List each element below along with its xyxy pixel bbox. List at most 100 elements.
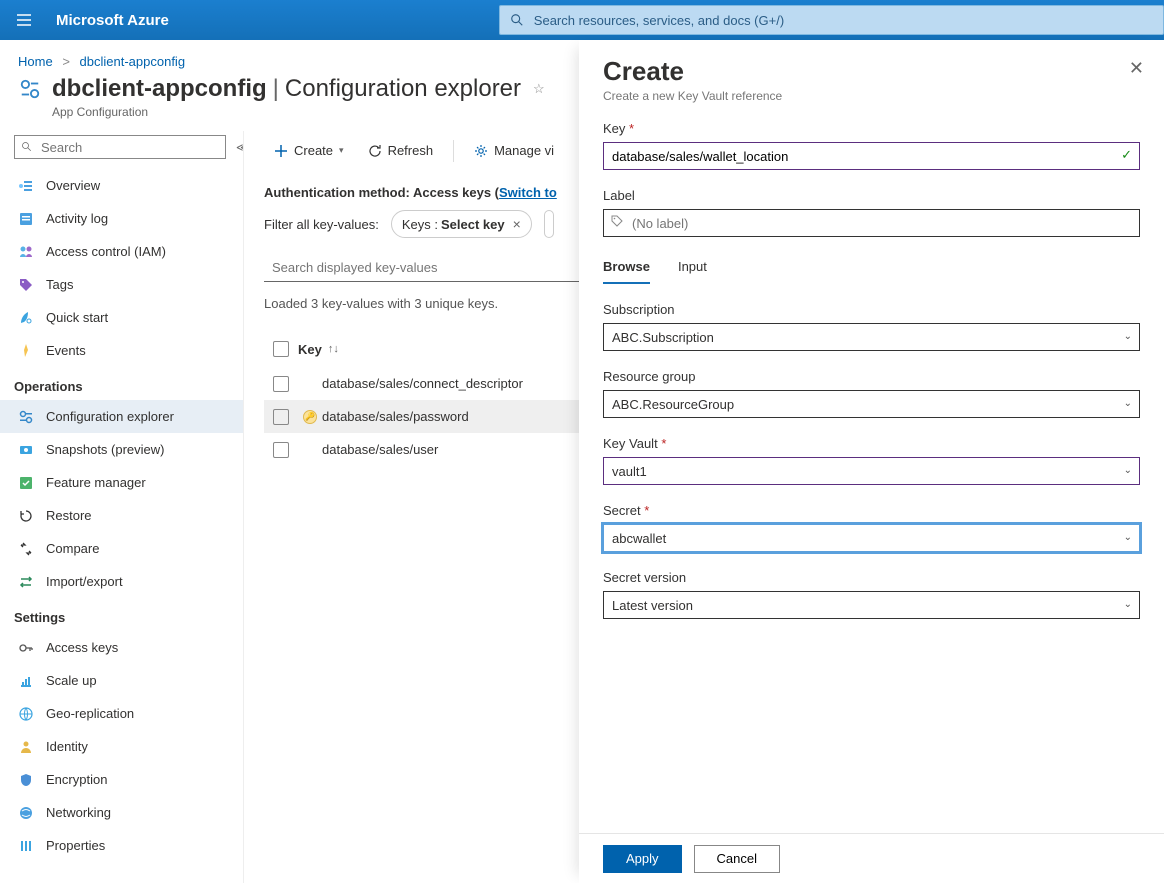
sidebar-item-access-control-iam-[interactable]: Access control (IAM) [14,235,243,268]
sidebar-item-label: Import/export [46,574,123,589]
manage-view-button[interactable]: Manage vi [464,135,564,167]
sidebar-item-snapshots-preview-[interactable]: Snapshots (preview) [14,433,243,466]
create-button[interactable]: Create ▾ [264,135,354,167]
sidebar-item-scale-up[interactable]: Scale up [14,664,243,697]
table-row[interactable]: database/sales/user [264,433,579,466]
sidebar-item-label: Access control (IAM) [46,244,166,259]
version-label: Secret version [603,570,1140,585]
sidebar-item-label: Tags [46,277,73,292]
sidebar-item-events[interactable]: Events [14,334,243,367]
row-checkbox[interactable] [273,376,289,392]
nav-section-operations: Operations [14,379,243,394]
accesskeys-icon [18,640,34,656]
resource-name: dbclient-appconfig [52,75,267,102]
sidebar-item-compare[interactable]: Compare [14,532,243,565]
plus-icon [274,144,288,158]
kv-search[interactable] [264,254,579,282]
chevron-down-icon: ⌄ [1124,398,1132,409]
apply-button[interactable]: Apply [603,845,682,873]
sidebar-item-identity[interactable]: Identity [14,730,243,763]
collapse-sidebar-icon[interactable]: ≪ [236,141,244,154]
identity-icon [18,739,34,755]
secret-value: abcwallet [612,531,666,546]
table-row[interactable]: database/sales/connect_descriptor [264,367,579,400]
sidebar-item-label: Networking [46,805,111,820]
sidebar-item-label: Snapshots (preview) [46,442,165,457]
sidebar-item-quick-start[interactable]: Quick start [14,301,243,334]
favorite-star-icon[interactable]: ☆ [533,81,545,97]
hamburger-menu[interactable] [0,0,48,40]
cancel-button[interactable]: Cancel [694,845,780,873]
brand: Microsoft Azure [56,12,169,29]
sidebar-search[interactable] [14,135,226,159]
auth-method-line: Authentication method: Access keys (Swit… [264,185,579,200]
secret-select[interactable]: abcwallet ⌄ [603,524,1140,552]
sidebar: ≪ Overview Activity log Access control (IA… [0,131,244,883]
sidebar-item-label: Configuration explorer [46,409,174,424]
main: Create ▾ Refresh Manage vi Authenticatio… [244,131,579,883]
sidebar-item-tags[interactable]: Tags [14,268,243,301]
auth-switch-link[interactable]: Switch to [499,185,557,200]
panel-tabs: Browse Input [603,259,1140,284]
breadcrumb-home[interactable]: Home [18,54,53,69]
row-checkbox[interactable] [273,442,289,458]
gear-icon [474,144,488,158]
feature-icon [18,475,34,491]
sidebar-item-label: Identity [46,739,88,754]
pill-value: Select key [441,217,505,232]
sidebar-item-networking[interactable]: Networking [14,796,243,829]
filter-pill-keys[interactable]: Keys : Select key × [391,210,532,238]
label-input[interactable] [603,209,1140,237]
config-icon [18,409,34,425]
close-icon[interactable]: × [513,216,521,232]
subscription-select[interactable]: ABC.Subscription ⌄ [603,323,1140,351]
col-key[interactable]: Key ↑↓ [298,342,579,357]
sidebar-item-restore[interactable]: Restore [14,499,243,532]
sidebar-item-label: Activity log [46,211,108,226]
global-search-input[interactable] [532,12,1153,29]
select-all-checkbox[interactable] [273,341,289,357]
row-checkbox[interactable] [273,409,289,425]
keyvault-select[interactable]: vault1 ⌄ [603,457,1140,485]
kv-search-input[interactable] [264,254,579,282]
sidebar-item-encryption[interactable]: Encryption [14,763,243,796]
key-label: Key [603,121,625,136]
label-label: Label [603,188,1140,203]
sidebar-item-activity-log[interactable]: Activity log [14,202,243,235]
global-search-wrap [499,5,1164,35]
page-title-row: dbclient-appconfig|Configuration explore… [0,71,579,105]
version-value: Latest version [612,598,693,613]
search-icon [510,13,524,27]
version-select[interactable]: Latest version ⌄ [603,591,1140,619]
networking-icon [18,805,34,821]
page-title: dbclient-appconfig|Configuration explore… [52,75,521,103]
close-panel-icon[interactable]: ✕ [1129,58,1144,79]
rg-select[interactable]: ABC.ResourceGroup ⌄ [603,390,1140,418]
sidebar-item-configuration-explorer[interactable]: Configuration explorer [0,400,243,433]
chevron-down-icon: ⌄ [1124,331,1132,342]
sidebar-item-label: Scale up [46,673,97,688]
tab-input[interactable]: Input [678,259,707,284]
rg-value: ABC.ResourceGroup [612,397,734,412]
filter-row: Filter all key-values: Keys : Select key… [264,210,579,238]
global-search[interactable] [499,5,1164,35]
sidebar-item-import-export[interactable]: Import/export [14,565,243,598]
breadcrumb-current[interactable]: dbclient-appconfig [80,54,186,69]
sidebar-item-overview[interactable]: Overview [14,169,243,202]
filter-pill-more[interactable] [544,210,554,238]
table-row[interactable]: 🔑database/sales/password [264,400,579,433]
sidebar-item-access-keys[interactable]: Access keys [14,631,243,664]
auth-prefix: Authentication method: Access keys ( [264,185,499,200]
tab-browse[interactable]: Browse [603,259,650,284]
key-input[interactable] [603,142,1140,170]
sidebar-item-properties[interactable]: Properties [14,829,243,862]
sidebar-item-label: Feature manager [46,475,146,490]
subscription-label: Subscription [603,302,1140,317]
refresh-button[interactable]: Refresh [358,135,444,167]
sidebar-search-input[interactable] [39,139,219,156]
hamburger-icon [16,12,32,28]
sidebar-item-feature-manager[interactable]: Feature manager [14,466,243,499]
top-bar: Microsoft Azure [0,0,1164,40]
pill-prefix: Keys : [402,217,438,232]
sidebar-item-geo-replication[interactable]: Geo-replication [14,697,243,730]
